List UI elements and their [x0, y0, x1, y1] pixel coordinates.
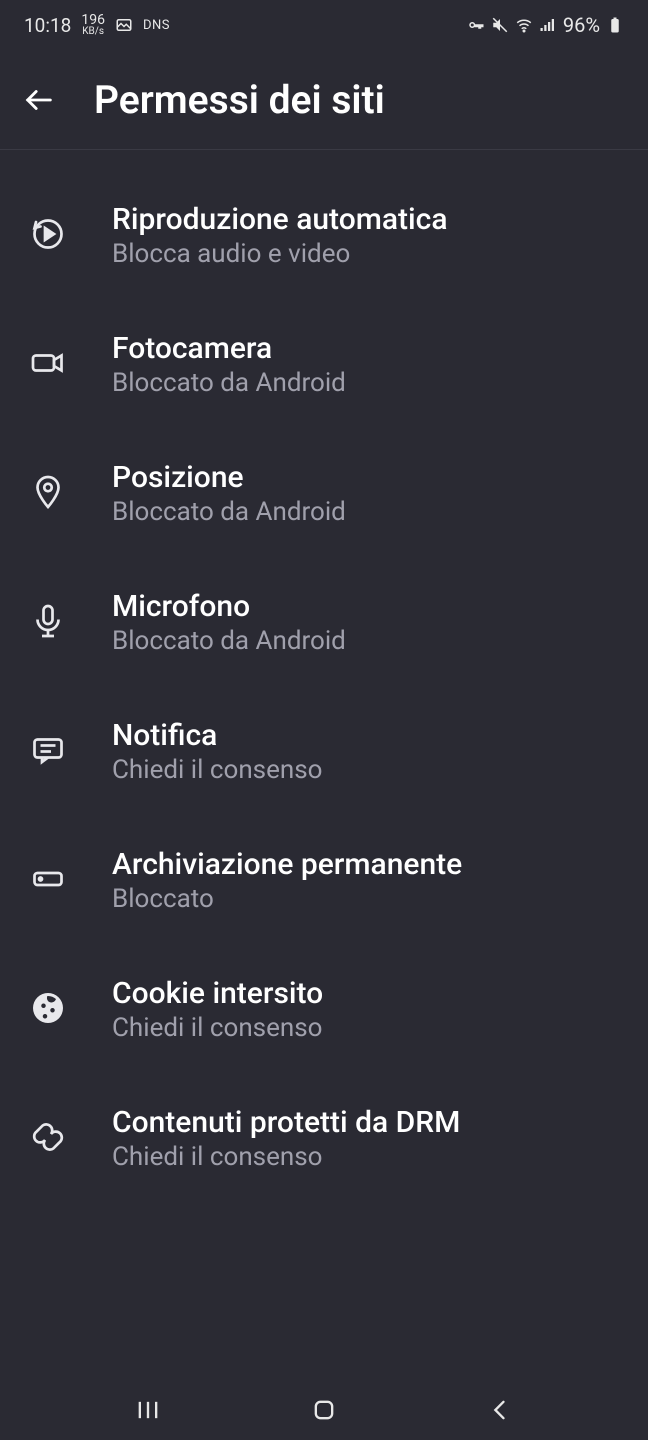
storage-icon — [24, 855, 72, 903]
page-title: Permessi dei siti — [94, 77, 385, 123]
status-time: 10:18 — [24, 14, 71, 37]
microphone-icon — [24, 597, 72, 645]
navigation-bar — [0, 1380, 648, 1440]
status-network-speed: 196 KB/s — [81, 13, 105, 37]
image-icon — [115, 16, 133, 34]
drm-icon — [24, 1113, 72, 1161]
permission-title: Posizione — [112, 460, 346, 495]
permission-notification[interactable]: Notifica Chiedi il consenso — [0, 696, 648, 825]
wifi-icon — [515, 16, 533, 34]
permission-subtitle: Chiedi il consenso — [112, 1013, 323, 1043]
battery-percentage: 96% — [563, 13, 600, 37]
permission-subtitle: Bloccato da Android — [112, 626, 346, 656]
status-bar: 10:18 196 KB/s DNS 96% — [0, 0, 648, 50]
autoplay-icon — [24, 210, 72, 258]
location-icon — [24, 468, 72, 516]
permission-title: Cookie intersito — [112, 976, 323, 1011]
permission-subtitle: Bloccato da Android — [112, 368, 346, 398]
permissions-list: Riproduzione automatica Blocca audio e v… — [0, 150, 648, 1212]
notification-icon — [24, 726, 72, 774]
permission-subtitle: Chiedi il consenso — [112, 1142, 460, 1172]
nav-recents-button[interactable] — [118, 1390, 178, 1430]
app-header: Permessi dei siti — [0, 50, 648, 150]
permission-subtitle: Blocca audio e video — [112, 239, 448, 269]
status-left: 10:18 196 KB/s DNS — [24, 13, 170, 37]
permission-title: Notifica — [112, 718, 323, 753]
permission-autoplay[interactable]: Riproduzione automatica Blocca audio e v… — [0, 180, 648, 309]
battery-icon — [606, 16, 624, 34]
mute-icon — [491, 16, 509, 34]
permission-drm[interactable]: Contenuti protetti da DRM Chiedi il cons… — [0, 1083, 648, 1212]
permission-title: Fotocamera — [112, 331, 346, 366]
permission-title: Archiviazione permanente — [112, 847, 462, 882]
permission-storage[interactable]: Archiviazione permanente Bloccato — [0, 825, 648, 954]
permission-subtitle: Bloccato — [112, 884, 462, 914]
dns-indicator: DNS — [143, 18, 170, 33]
permission-title: Contenuti protetti da DRM — [112, 1105, 460, 1140]
status-right: 96% — [467, 13, 624, 37]
permission-title: Microfono — [112, 589, 346, 624]
vpn-key-icon — [467, 16, 485, 34]
permission-camera[interactable]: Fotocamera Bloccato da Android — [0, 309, 648, 438]
nav-back-button[interactable] — [470, 1390, 530, 1430]
signal-icon — [539, 16, 557, 34]
camera-icon — [24, 339, 72, 387]
nav-home-button[interactable] — [294, 1390, 354, 1430]
permission-title: Riproduzione automatica — [112, 202, 448, 237]
permission-microphone[interactable]: Microfono Bloccato da Android — [0, 567, 648, 696]
permission-cookie[interactable]: Cookie intersito Chiedi il consenso — [0, 954, 648, 1083]
permission-subtitle: Chiedi il consenso — [112, 755, 323, 785]
cookie-icon — [24, 984, 72, 1032]
permission-location[interactable]: Posizione Bloccato da Android — [0, 438, 648, 567]
permission-subtitle: Bloccato da Android — [112, 497, 346, 527]
back-button[interactable] — [22, 83, 56, 117]
